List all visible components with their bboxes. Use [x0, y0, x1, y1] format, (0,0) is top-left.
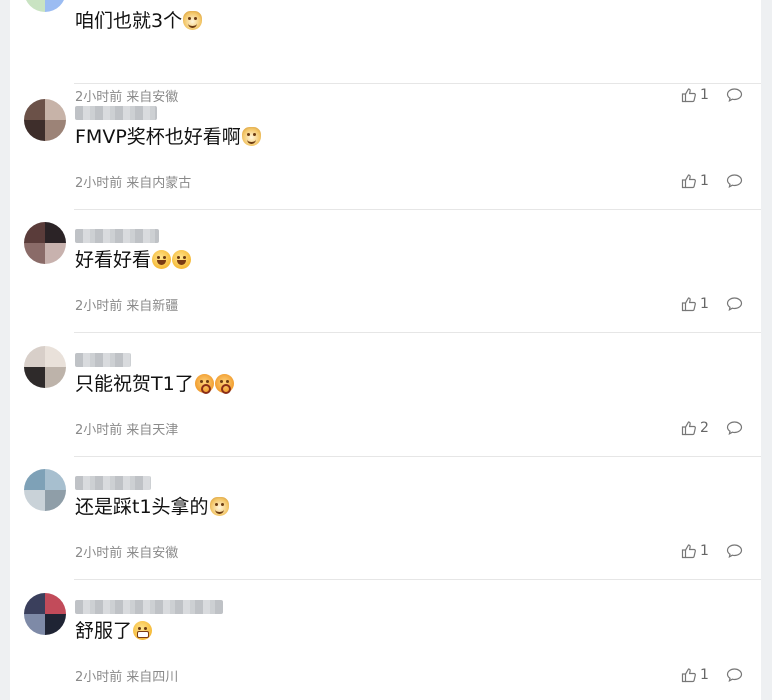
comment-text: 还是踩t1头拿的: [75, 494, 229, 520]
comment-actions: 2: [681, 418, 743, 438]
avatar[interactable]: [24, 593, 66, 635]
avatar[interactable]: [24, 222, 66, 264]
avatar[interactable]: [24, 346, 66, 388]
like-count: 1: [700, 667, 709, 683]
blush-emoji-icon: [214, 374, 234, 394]
comment-text-content: 咱们也就3个: [75, 10, 183, 32]
reply-button[interactable]: [726, 296, 743, 312]
reply-button[interactable]: [726, 543, 743, 559]
blush-emoji-icon: [194, 374, 214, 394]
like-count: 1: [700, 173, 709, 189]
comment-meta: 2小时前 来自内蒙古: [75, 172, 191, 191]
grin-emoji-icon: [133, 621, 153, 640]
comment-time: 2小时前: [75, 546, 123, 561]
comment-text-content: FMVP奖杯也好看啊: [75, 126, 241, 148]
username-masked[interactable]: [75, 476, 151, 490]
laugh-emoji-icon: [152, 250, 172, 269]
comment-actions: 1: [681, 541, 743, 561]
comment-item: 只能祝贺T1了 2小时前 来自天津 2: [10, 333, 761, 457]
username-masked[interactable]: [75, 600, 223, 614]
comment-meta: 2小时前 来自天津: [75, 419, 178, 438]
laugh-emoji-icon: [172, 250, 192, 269]
comment-text-content: 好看好看: [75, 249, 152, 271]
username-masked[interactable]: [75, 229, 159, 243]
comment-time: 2小时前: [75, 423, 123, 438]
comment-location: 来自四川: [126, 670, 179, 685]
comment-location: 来自内蒙古: [126, 176, 192, 191]
comment-bubble-icon: [726, 543, 743, 559]
comment-item: 好看好看 2小时前 来自新疆 1: [10, 209, 761, 333]
comment-location: 来自天津: [126, 423, 179, 438]
comment-actions: 1: [681, 665, 743, 685]
divider: [74, 83, 761, 84]
comment-text: 好看好看: [75, 247, 192, 273]
comment-location: 来自新疆: [126, 299, 179, 314]
comment-actions: 1: [681, 171, 743, 191]
comment-bubble-icon: [726, 420, 743, 436]
comment-bubble-icon: [726, 296, 743, 312]
comment-meta: 2小时前 来自四川: [75, 666, 178, 685]
like-button[interactable]: 1: [681, 296, 710, 312]
dog-emoji-icon: [241, 127, 261, 146]
comment-text: FMVP奖杯也好看啊: [75, 124, 261, 150]
like-count: 2: [700, 420, 709, 436]
thumbs-up-icon: [681, 296, 697, 312]
like-count: 1: [700, 543, 709, 559]
avatar[interactable]: [24, 99, 66, 141]
comment-meta: 2小时前 来自安徽: [75, 542, 178, 561]
reply-button[interactable]: [726, 420, 743, 436]
reply-button[interactable]: [726, 667, 743, 683]
comment-list: 咱们也就3个 2小时前 来自安徽 1 FMVP奖杯也好看啊 2小时前 来自内蒙古 1 好看好看 2…: [10, 0, 761, 700]
like-button[interactable]: 2: [681, 420, 710, 436]
dog-emoji-icon: [183, 11, 203, 30]
like-button[interactable]: 1: [681, 173, 710, 189]
comment-item: 舒服了 2小时前 来自四川 1: [10, 580, 761, 700]
thumbs-up-icon: [681, 420, 697, 436]
comment-text: 舒服了: [75, 618, 153, 644]
comment-item: FMVP奖杯也好看啊 2小时前 来自内蒙古 1: [10, 86, 761, 210]
comment-bubble-icon: [726, 667, 743, 683]
like-count: 1: [700, 296, 709, 312]
avatar[interactable]: [24, 0, 66, 12]
comment-location: 来自安徽: [126, 546, 179, 561]
comment-time: 2小时前: [75, 176, 123, 191]
comment-text: 只能祝贺T1了: [75, 371, 234, 397]
thumbs-up-icon: [681, 667, 697, 683]
comment-bubble-icon: [726, 173, 743, 189]
comment-text-content: 还是踩t1头拿的: [75, 496, 209, 518]
username-masked[interactable]: [75, 106, 157, 120]
like-button[interactable]: 1: [681, 667, 710, 683]
thumbs-up-icon: [681, 543, 697, 559]
comment-text-content: 舒服了: [75, 620, 133, 642]
reply-button[interactable]: [726, 173, 743, 189]
comment-time: 2小时前: [75, 299, 123, 314]
dog-emoji-icon: [209, 497, 229, 516]
comment-actions: 1: [681, 294, 743, 314]
username-masked[interactable]: [75, 353, 131, 367]
avatar[interactable]: [24, 469, 66, 511]
comment-meta: 2小时前 来自新疆: [75, 295, 178, 314]
comment-text: 咱们也就3个: [75, 8, 203, 34]
comment-item: 还是踩t1头拿的 2小时前 来自安徽 1: [10, 456, 761, 580]
like-button[interactable]: 1: [681, 543, 710, 559]
comment-time: 2小时前: [75, 670, 123, 685]
comment-text-content: 只能祝贺T1了: [75, 373, 194, 395]
thumbs-up-icon: [681, 173, 697, 189]
